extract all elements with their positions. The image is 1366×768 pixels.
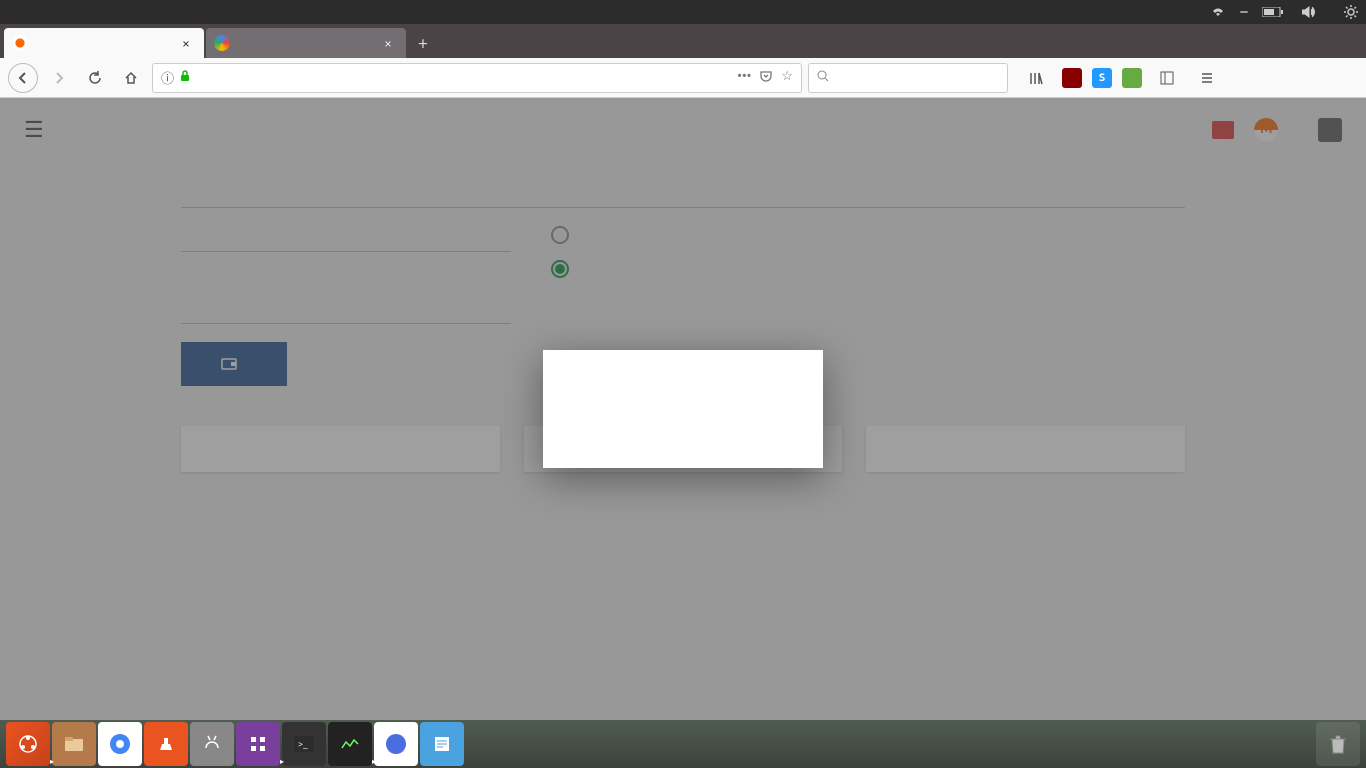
wifi-icon[interactable] [1210,6,1226,18]
browser-tab-1[interactable]: × [206,28,406,58]
success-modal [543,350,823,468]
more-icon[interactable]: ••• [737,69,751,86]
dock-dash-icon[interactable] [6,722,50,766]
dock-files-icon[interactable] [52,722,96,766]
bookmark-icon[interactable]: ☆ [781,69,793,86]
home-button[interactable] [116,63,146,93]
close-icon[interactable]: × [384,35,398,51]
info-icon[interactable]: ⓘ [161,68,174,87]
dock-editor-icon[interactable] [420,722,464,766]
os-top-bar [0,0,1366,24]
dock-firefox-icon[interactable] [374,722,418,766]
lock-icon [180,70,190,85]
dock-chrome-icon[interactable] [98,722,142,766]
svg-text:>_: >_ [298,739,308,749]
search-bar[interactable] [808,63,1008,93]
favicon-icon [12,35,28,51]
browser-tabstrip: × × + [0,24,1366,58]
volume-icon[interactable] [1302,6,1316,18]
gear-icon[interactable] [1344,5,1358,19]
battery-indicator[interactable] [1262,7,1288,17]
back-button[interactable] [8,63,38,93]
menu-icon[interactable] [1192,63,1222,93]
close-icon[interactable]: × [182,35,196,51]
dock-monitor-icon[interactable] [328,722,372,766]
browser-tab-0[interactable]: × [4,28,204,58]
dock-terminal-icon[interactable]: >_ [282,722,326,766]
extension-icon[interactable] [1122,68,1142,88]
page-viewport: ☰ [0,98,1366,720]
browser-toolbar: ⓘ ••• ☆ S [0,58,1366,98]
forward-button[interactable] [44,63,74,93]
search-icon [817,70,829,85]
ublock-icon[interactable] [1062,68,1082,88]
new-tab-button[interactable]: + [408,28,438,58]
pocket-icon[interactable] [759,69,773,86]
dock-settings-icon[interactable] [190,722,234,766]
dock-apps-icon[interactable] [236,722,280,766]
url-bar[interactable]: ⓘ ••• ☆ [152,63,802,93]
dock-trash-icon[interactable] [1316,722,1360,766]
dock-software-icon[interactable] [144,722,188,766]
sidebar-icon[interactable] [1152,63,1182,93]
stylish-icon[interactable]: S [1092,68,1112,88]
os-dock: >_ [0,720,1366,768]
reload-button[interactable] [80,63,110,93]
favicon-icon [214,35,230,51]
language-indicator[interactable] [1240,11,1248,13]
library-icon[interactable] [1022,63,1052,93]
